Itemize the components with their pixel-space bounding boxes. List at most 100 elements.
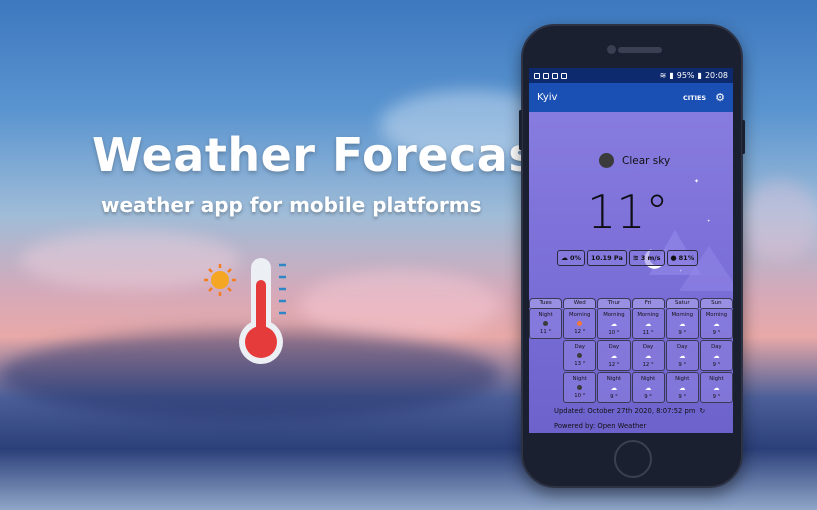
- current-condition: Clear sky: [599, 153, 670, 168]
- cloudiness-stat: ☁ 0%: [557, 250, 586, 266]
- forecast-slot: Day ☁ 9 °: [665, 340, 699, 371]
- slot-period: Night: [640, 375, 656, 382]
- humidity-stat: ● 81%: [666, 250, 699, 266]
- cloud-icon: ☁: [610, 383, 618, 392]
- updated-row: Updated: October 27th 2020, 8:07:52 pm ↻: [554, 407, 705, 415]
- notification-icon: [561, 72, 567, 79]
- forecast-slot: Morning ☁ 9 °: [699, 308, 733, 339]
- slot-period: Day: [677, 343, 688, 350]
- promo-title: Weather Forecast: [92, 128, 559, 182]
- refresh-icon[interactable]: ↻: [699, 407, 705, 415]
- thermometer-sun-icon: [200, 252, 300, 367]
- slot-temperature: 9 °: [678, 329, 687, 336]
- cloud-icon: ☁: [678, 319, 686, 328]
- slot-temperature: 11 °: [540, 329, 552, 336]
- slot-temperature: 9 °: [678, 393, 687, 400]
- gear-icon[interactable]: ⚙: [715, 91, 725, 104]
- day-header[interactable]: Thur: [597, 298, 631, 308]
- slot-temperature: 9 °: [610, 393, 618, 400]
- wind-value: 3 m/s: [640, 254, 661, 262]
- slot-period: Day: [608, 343, 620, 350]
- slot-period: Morning: [603, 311, 625, 318]
- powered-by-text: Powered by: Open Weather: [554, 422, 647, 430]
- forecast-slot: Morning ☁ 9 °: [665, 308, 699, 339]
- slot-temperature: 12 °: [608, 361, 620, 368]
- slot-temperature: 9 °: [644, 393, 652, 400]
- cloud-icon: ☁: [713, 383, 720, 392]
- slot-temperature: 9 °: [712, 361, 721, 368]
- notification-icon: [534, 72, 540, 79]
- cities-button[interactable]: CITIES: [683, 94, 706, 102]
- slot-period: Night: [675, 375, 690, 382]
- slot-temperature: 12 °: [574, 329, 586, 336]
- day-header[interactable]: Wed: [563, 298, 597, 308]
- wind-icon: ≋: [632, 254, 639, 262]
- notification-icon: [543, 72, 549, 79]
- cloud-icon: ☁: [713, 319, 720, 328]
- forecast-slot: Night 11 °: [529, 308, 563, 339]
- wind-stat: ≋ 3 m/s: [628, 250, 665, 266]
- forecast-day-headers: Tues Wed Thur Fri Satur Sun: [529, 298, 733, 308]
- forecast-slot: Day ☁ 12 °: [597, 340, 631, 371]
- dark-circle-icon: [577, 352, 583, 358]
- cloud-icon: ☁: [644, 351, 652, 360]
- forecast-slot: Night ☁ 9 °: [631, 372, 665, 403]
- slot-period: Morning: [637, 311, 659, 318]
- day-header[interactable]: Sun: [699, 298, 733, 308]
- droplet-icon: ●: [670, 254, 677, 262]
- slot-temperature: 10 °: [608, 329, 620, 336]
- background-cloud: [300, 270, 500, 340]
- humidity-value: 81%: [678, 254, 695, 262]
- slot-period: Day: [574, 343, 585, 350]
- forecast-slot: Night ☁ 9 °: [665, 372, 699, 403]
- slot-period: Morning: [671, 311, 693, 318]
- forecast-slot: Night 10 °: [563, 372, 597, 403]
- star-icon: ✦: [694, 178, 700, 185]
- forecast-slot: Night ☁ 9 °: [597, 372, 631, 403]
- status-right: ≋ ▮ 95% ▮ 20:08: [660, 71, 728, 80]
- forecast-slot: Morning ☁ 11 °: [631, 308, 665, 339]
- promo-subtitle: weather app for mobile platforms: [101, 193, 482, 217]
- wifi-icon: ≋: [659, 71, 667, 80]
- slot-period: Morning: [705, 311, 728, 318]
- day-header[interactable]: Fri: [631, 298, 665, 308]
- condition-icon: [599, 153, 614, 168]
- slot-period: Night: [538, 311, 553, 318]
- weather-stats: ☁ 0% 10.19 Pa ≋ 3 m/s ● 81%: [557, 250, 699, 266]
- speaker-grille: [618, 47, 662, 53]
- volume-button[interactable]: [519, 110, 522, 150]
- forecast-grid: Night 11 ° Morning 12 ° Morning ☁ 10 ° Morning ☁…: [529, 308, 733, 403]
- pressure-value: 10.19 Pa: [591, 254, 623, 262]
- cloud-icon: ☁: [561, 254, 568, 262]
- cloud-icon: ☁: [713, 351, 720, 360]
- home-button[interactable]: [614, 440, 652, 478]
- signal-icon: ▮: [669, 71, 674, 80]
- slot-temperature: 10 °: [574, 393, 586, 400]
- slot-temperature: 13 °: [574, 361, 586, 368]
- app-screen: ≋ ▮ 95% ▮ 20:08 Kyiv CITIES ⚙ ✦ ✦ ✦ Clea…: [529, 68, 733, 433]
- condition-text: Clear sky: [622, 154, 671, 167]
- cloud-icon: ☁: [644, 383, 652, 392]
- notification-icons: [534, 72, 567, 79]
- cloud-icon: ☁: [678, 383, 686, 392]
- cloud-icon: ☁: [610, 351, 618, 360]
- pressure-stat: 10.19 Pa: [587, 250, 627, 266]
- cloud-icon: ☁: [644, 319, 652, 328]
- slot-temperature: 9 °: [712, 393, 721, 400]
- day-header[interactable]: Tues: [529, 298, 563, 308]
- battery-percent: 95%: [676, 71, 695, 80]
- power-button[interactable]: [742, 120, 745, 154]
- status-time: 20:08: [704, 71, 728, 80]
- cloudiness-value: 0%: [570, 254, 582, 262]
- app-bar: Kyiv CITIES ⚙: [529, 83, 733, 112]
- current-temperature: 11°: [587, 185, 669, 239]
- day-header[interactable]: Satur: [665, 298, 699, 308]
- dark-circle-icon: [543, 320, 549, 326]
- status-bar: ≋ ▮ 95% ▮ 20:08: [529, 68, 733, 83]
- dark-circle-icon: [577, 384, 583, 390]
- forecast-slot: Night ☁ 9 °: [699, 372, 733, 403]
- sun-icon: [577, 320, 583, 326]
- background-cloud: [740, 180, 817, 260]
- slot-period: Morning: [569, 311, 591, 318]
- forecast-slot: Morning 12 °: [563, 308, 597, 339]
